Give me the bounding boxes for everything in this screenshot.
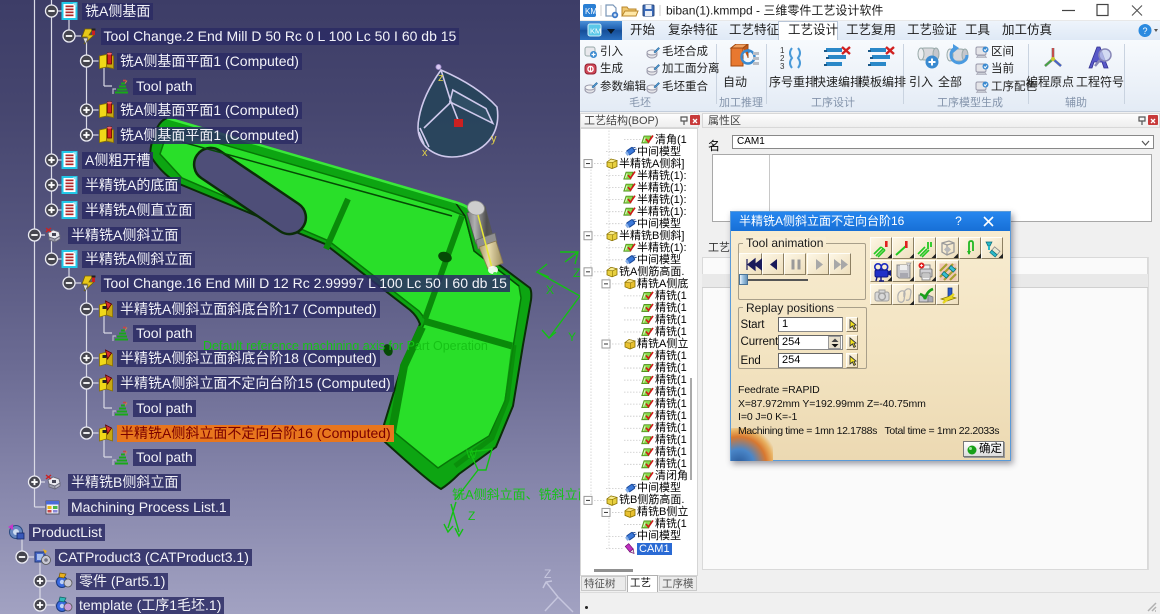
svg-text:Z: Z <box>468 509 475 523</box>
svg-text:x: x <box>422 147 428 159</box>
svg-text:3: 3 <box>780 62 785 71</box>
svg-text:X: X <box>546 283 554 297</box>
svg-text:W: W <box>466 447 478 461</box>
svg-text:biban(1).kmmpd - 三维零件工艺设计软件: biban(1).kmmpd - 三维零件工艺设计软件 <box>666 4 883 18</box>
svg-text:y: y <box>491 133 497 145</box>
svg-text:铣A侧斜立面、铣斜立面: 铣A侧斜立面、铣斜立面 <box>452 487 580 502</box>
svg-text:Z: Z <box>544 567 551 581</box>
svg-text:Y: Y <box>568 330 576 344</box>
svg-text:Z: Z <box>573 266 580 280</box>
svg-text:?: ? <box>1143 26 1148 36</box>
svg-text:z: z <box>438 72 444 84</box>
